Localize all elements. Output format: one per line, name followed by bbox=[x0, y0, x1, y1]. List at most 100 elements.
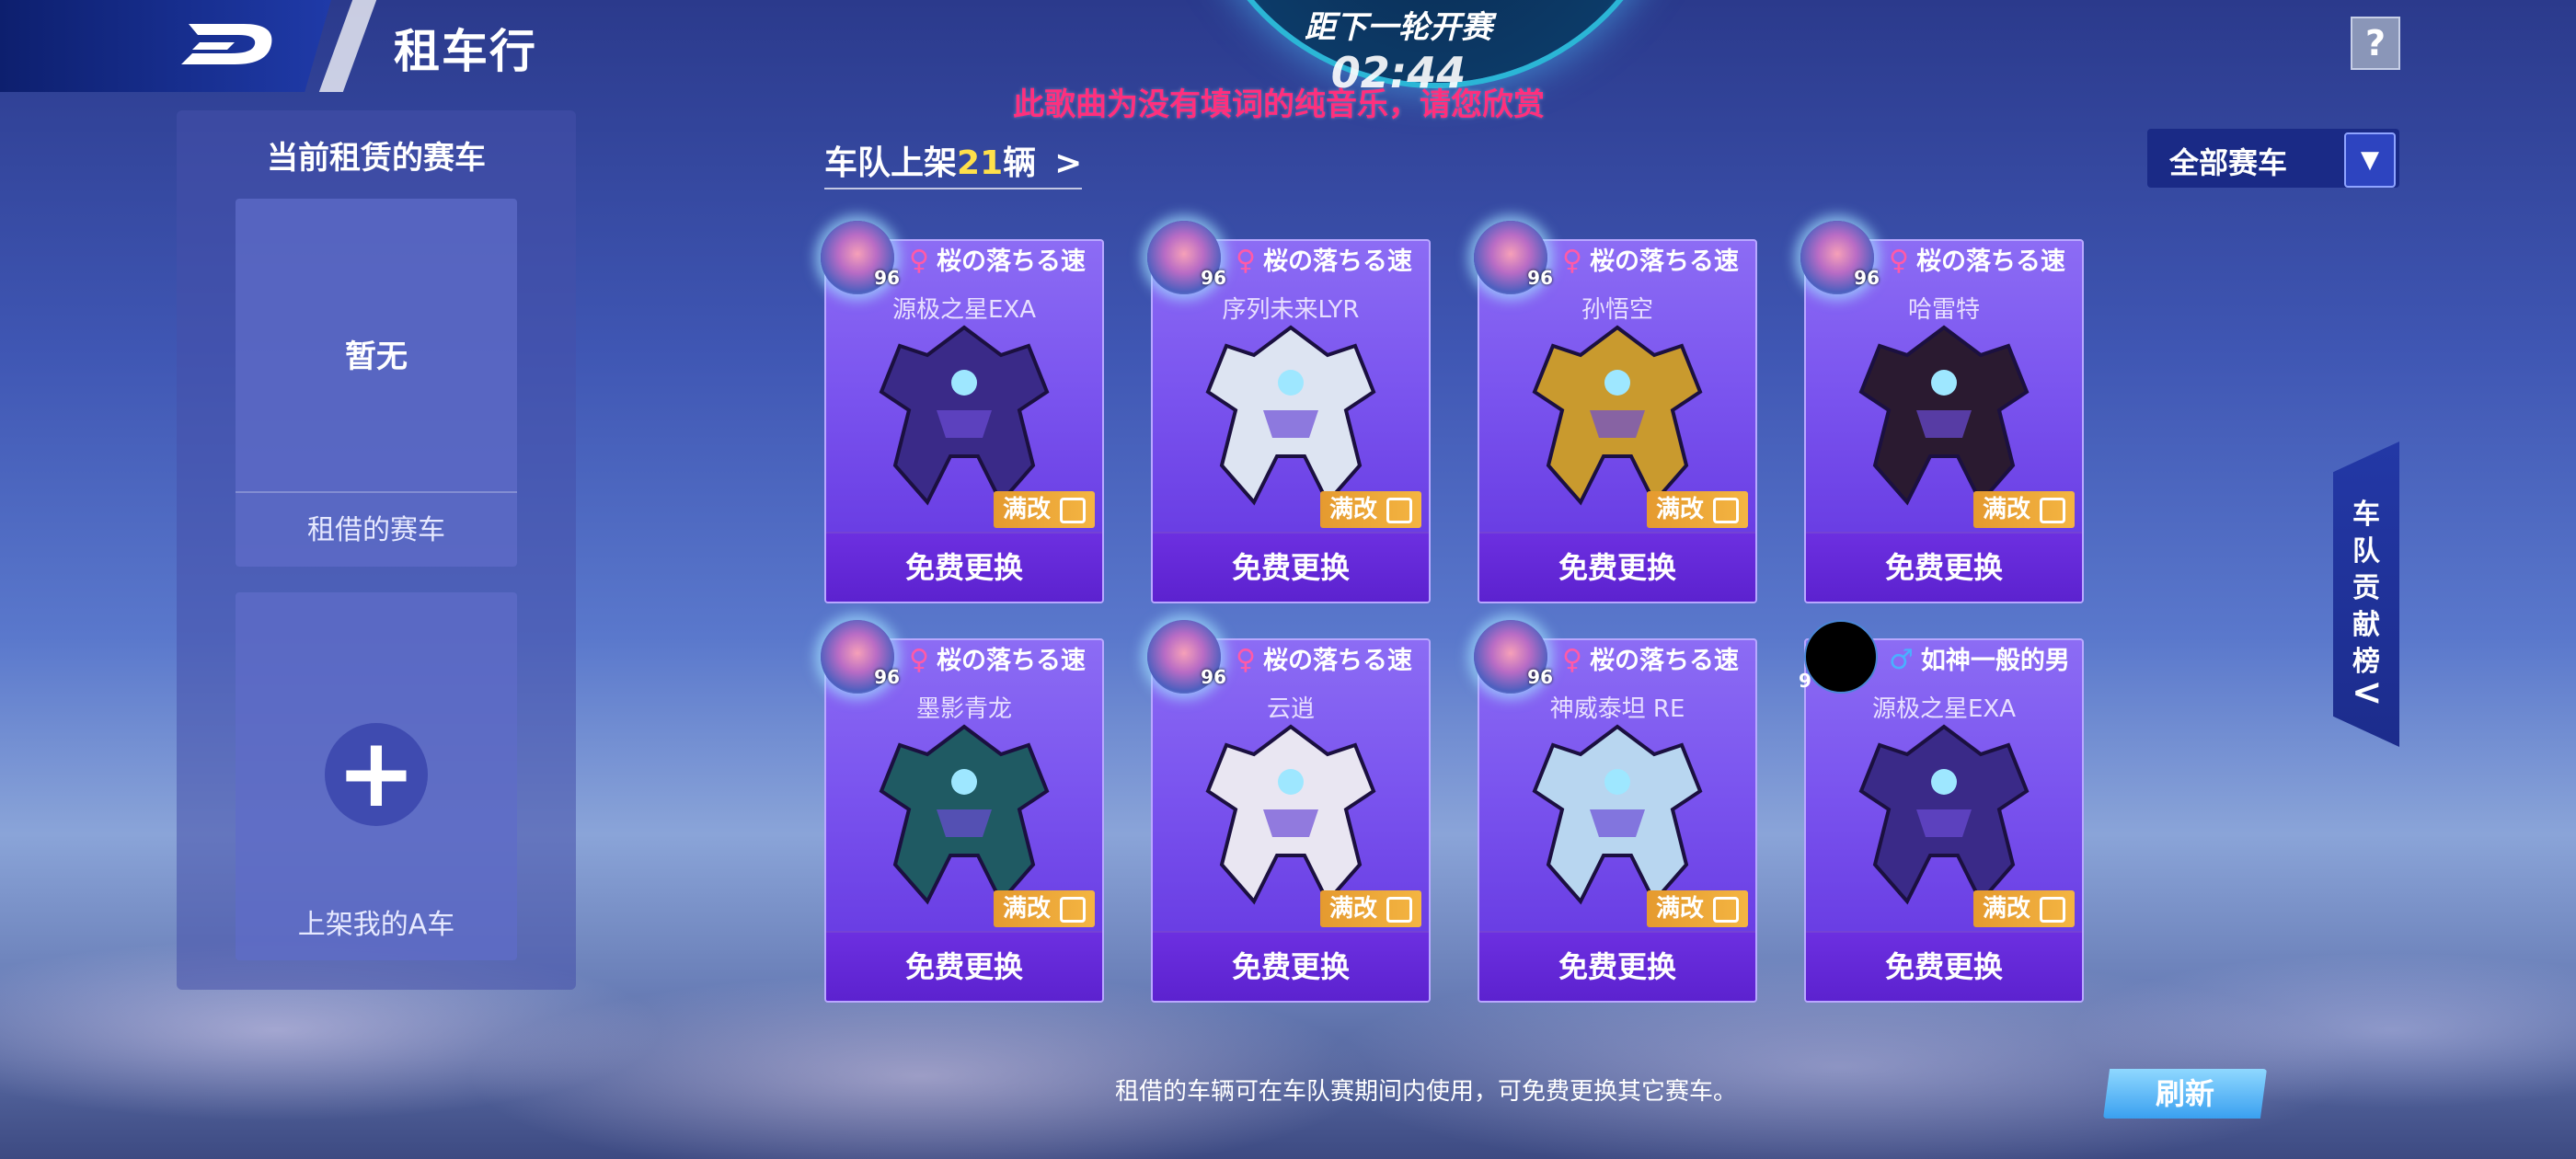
current-rental-panel: 当前租赁的赛车 暂无 租借的赛车 + 上架我的A车 bbox=[177, 110, 576, 990]
user-avatar[interactable]: 9 bbox=[1799, 620, 1878, 694]
listing-count: 21 bbox=[957, 144, 1004, 182]
free-swap-button[interactable]: 免费更换 bbox=[826, 931, 1102, 1001]
robot-car-image bbox=[1858, 325, 2030, 506]
free-swap-button[interactable]: 免费更换 bbox=[1153, 532, 1429, 602]
plus-icon[interactable]: + bbox=[325, 723, 428, 826]
chip-icon bbox=[1060, 497, 1086, 523]
header-bar bbox=[0, 0, 331, 92]
speed-logo-icon bbox=[181, 24, 272, 64]
maxed-label: 满改 bbox=[1002, 895, 1051, 923]
maxed-badge: 满改 bbox=[993, 491, 1095, 528]
chevron-left-icon: < bbox=[2352, 671, 2383, 714]
rented-car-slot: 暂无 租借的赛车 bbox=[236, 199, 517, 567]
chip-icon bbox=[2040, 497, 2065, 523]
car-card[interactable]: 墨影青龙 满改 免费更换 bbox=[824, 638, 1104, 1003]
robot-car-image bbox=[879, 724, 1050, 905]
chip-icon bbox=[1060, 896, 1086, 923]
robot-car-image bbox=[879, 325, 1050, 506]
listing-count-link[interactable]: 车队上架21辆 > bbox=[824, 136, 1083, 189]
maxed-badge: 满改 bbox=[1972, 491, 2075, 528]
female-icon: ♀ bbox=[1236, 644, 1256, 676]
robot-car-image bbox=[1205, 724, 1376, 905]
car-card[interactable]: 神威泰坦 RE 满改 免费更换 bbox=[1478, 638, 1757, 1003]
chip-icon bbox=[1713, 497, 1739, 523]
filter-value: 全部赛车 bbox=[2169, 145, 2288, 180]
rented-car-label: 租借的赛车 bbox=[236, 491, 517, 568]
music-subtitle: 此歌曲为没有填词的纯音乐，请您欣赏 bbox=[1013, 86, 1545, 123]
maxed-label: 满改 bbox=[1328, 895, 1377, 923]
level-number: 96 bbox=[1527, 267, 1553, 289]
header-divider bbox=[318, 0, 377, 92]
maxed-label: 满改 bbox=[1002, 496, 1051, 523]
rank-emblem-icon[interactable]: 96 bbox=[821, 221, 900, 294]
car-filter-dropdown[interactable]: 全部赛车 ▼ bbox=[2147, 129, 2399, 188]
level-number: 96 bbox=[1201, 666, 1226, 688]
maxed-badge: 满改 bbox=[1972, 890, 2075, 927]
rank-emblem-icon[interactable]: 96 bbox=[1800, 221, 1880, 294]
free-swap-button[interactable]: 免费更换 bbox=[1806, 532, 2082, 602]
level-number: 96 bbox=[874, 666, 900, 688]
chevron-right-icon: > bbox=[1054, 144, 1083, 182]
owner-name: ♂ 如神一般的男 bbox=[1889, 637, 2070, 684]
countdown-label: 距下一轮开赛 bbox=[1305, 9, 1492, 46]
rank-emblem-icon[interactable]: 96 bbox=[1147, 620, 1226, 694]
rank-emblem-icon[interactable]: 96 bbox=[1147, 221, 1226, 294]
owner-name: ♀ 桜の落ちる速 bbox=[1562, 637, 1739, 684]
female-icon: ♀ bbox=[909, 245, 929, 277]
chip-icon bbox=[1386, 497, 1412, 523]
maxed-badge: 满改 bbox=[1646, 491, 1748, 528]
empty-text: 暂无 bbox=[345, 339, 408, 375]
owner-label: 如神一般的男 bbox=[1920, 647, 2070, 675]
current-rental-title: 当前租赁的赛车 bbox=[267, 140, 486, 177]
team-contribution-tab[interactable]: 车队贡献榜 < bbox=[2333, 442, 2399, 747]
male-icon: ♂ bbox=[1889, 644, 1914, 676]
car-card[interactable]: 孙悟空 满改 免费更换 bbox=[1478, 239, 1757, 603]
maxed-label: 满改 bbox=[1655, 496, 1704, 523]
refresh-button[interactable]: 刷新 bbox=[2103, 1069, 2267, 1119]
help-button[interactable]: ? bbox=[2351, 17, 2400, 70]
owner-name: ♀ 桜の落ちる速 bbox=[1236, 637, 1412, 684]
car-card[interactable]: 哈雷特 满改 免费更换 bbox=[1804, 239, 2084, 603]
robot-car-image bbox=[1858, 724, 2030, 905]
robot-car-image bbox=[1532, 724, 1703, 905]
owner-name: ♀ 桜の落ちる速 bbox=[1562, 237, 1739, 285]
page-title: 租车行 bbox=[394, 25, 537, 78]
level-number: 9 bbox=[1799, 670, 1811, 692]
car-card[interactable]: 源极之星EXA 满改 免费更换 bbox=[824, 239, 1104, 603]
owner-label: 桜の落ちる速 bbox=[1262, 247, 1412, 276]
maxed-badge: 满改 bbox=[993, 890, 1095, 927]
female-icon: ♀ bbox=[1562, 644, 1582, 676]
car-card[interactable]: 云逍 满改 免费更换 bbox=[1151, 638, 1431, 1003]
level-number: 96 bbox=[1854, 267, 1880, 289]
robot-car-image bbox=[1532, 325, 1703, 506]
chip-icon bbox=[1386, 896, 1412, 923]
owner-name: ♀ 桜の落ちる速 bbox=[1236, 237, 1412, 285]
rank-emblem-icon[interactable]: 96 bbox=[1474, 221, 1553, 294]
maxed-label: 满改 bbox=[1655, 895, 1704, 923]
free-swap-button[interactable]: 免费更换 bbox=[1806, 931, 2082, 1001]
chevron-down-icon[interactable]: ▼ bbox=[2344, 132, 2396, 188]
owner-label: 桜の落ちる速 bbox=[1262, 647, 1412, 675]
free-swap-button[interactable]: 免费更换 bbox=[826, 532, 1102, 602]
maxed-label: 满改 bbox=[1982, 496, 2030, 523]
chip-icon bbox=[1713, 896, 1739, 923]
free-swap-button[interactable]: 免费更换 bbox=[1153, 931, 1429, 1001]
owner-name: ♀ 桜の落ちる速 bbox=[909, 637, 1086, 684]
list-my-car-slot[interactable]: + 上架我的A车 bbox=[236, 592, 517, 960]
rank-emblem-icon[interactable]: 96 bbox=[1474, 620, 1553, 694]
maxed-badge: 满改 bbox=[1646, 890, 1748, 927]
owner-name: ♀ 桜の落ちる速 bbox=[1889, 237, 2065, 285]
car-card[interactable]: 序列未来LYR 满改 免费更换 bbox=[1151, 239, 1431, 603]
owner-name: ♀ 桜の落ちる速 bbox=[909, 237, 1086, 285]
chip-icon bbox=[2040, 896, 2065, 923]
robot-car-image bbox=[1205, 325, 1376, 506]
rank-emblem-icon[interactable]: 96 bbox=[821, 620, 900, 694]
level-number: 96 bbox=[874, 267, 900, 289]
owner-label: 桜の落ちる速 bbox=[936, 247, 1086, 276]
owner-label: 桜の落ちる速 bbox=[1589, 647, 1739, 675]
owner-label: 桜の落ちる速 bbox=[936, 647, 1086, 675]
free-swap-button[interactable]: 免费更换 bbox=[1479, 931, 1755, 1001]
maxed-badge: 满改 bbox=[1319, 491, 1421, 528]
free-swap-button[interactable]: 免费更换 bbox=[1479, 532, 1755, 602]
team-contribution-label: 车队贡献榜 bbox=[2352, 499, 2380, 678]
